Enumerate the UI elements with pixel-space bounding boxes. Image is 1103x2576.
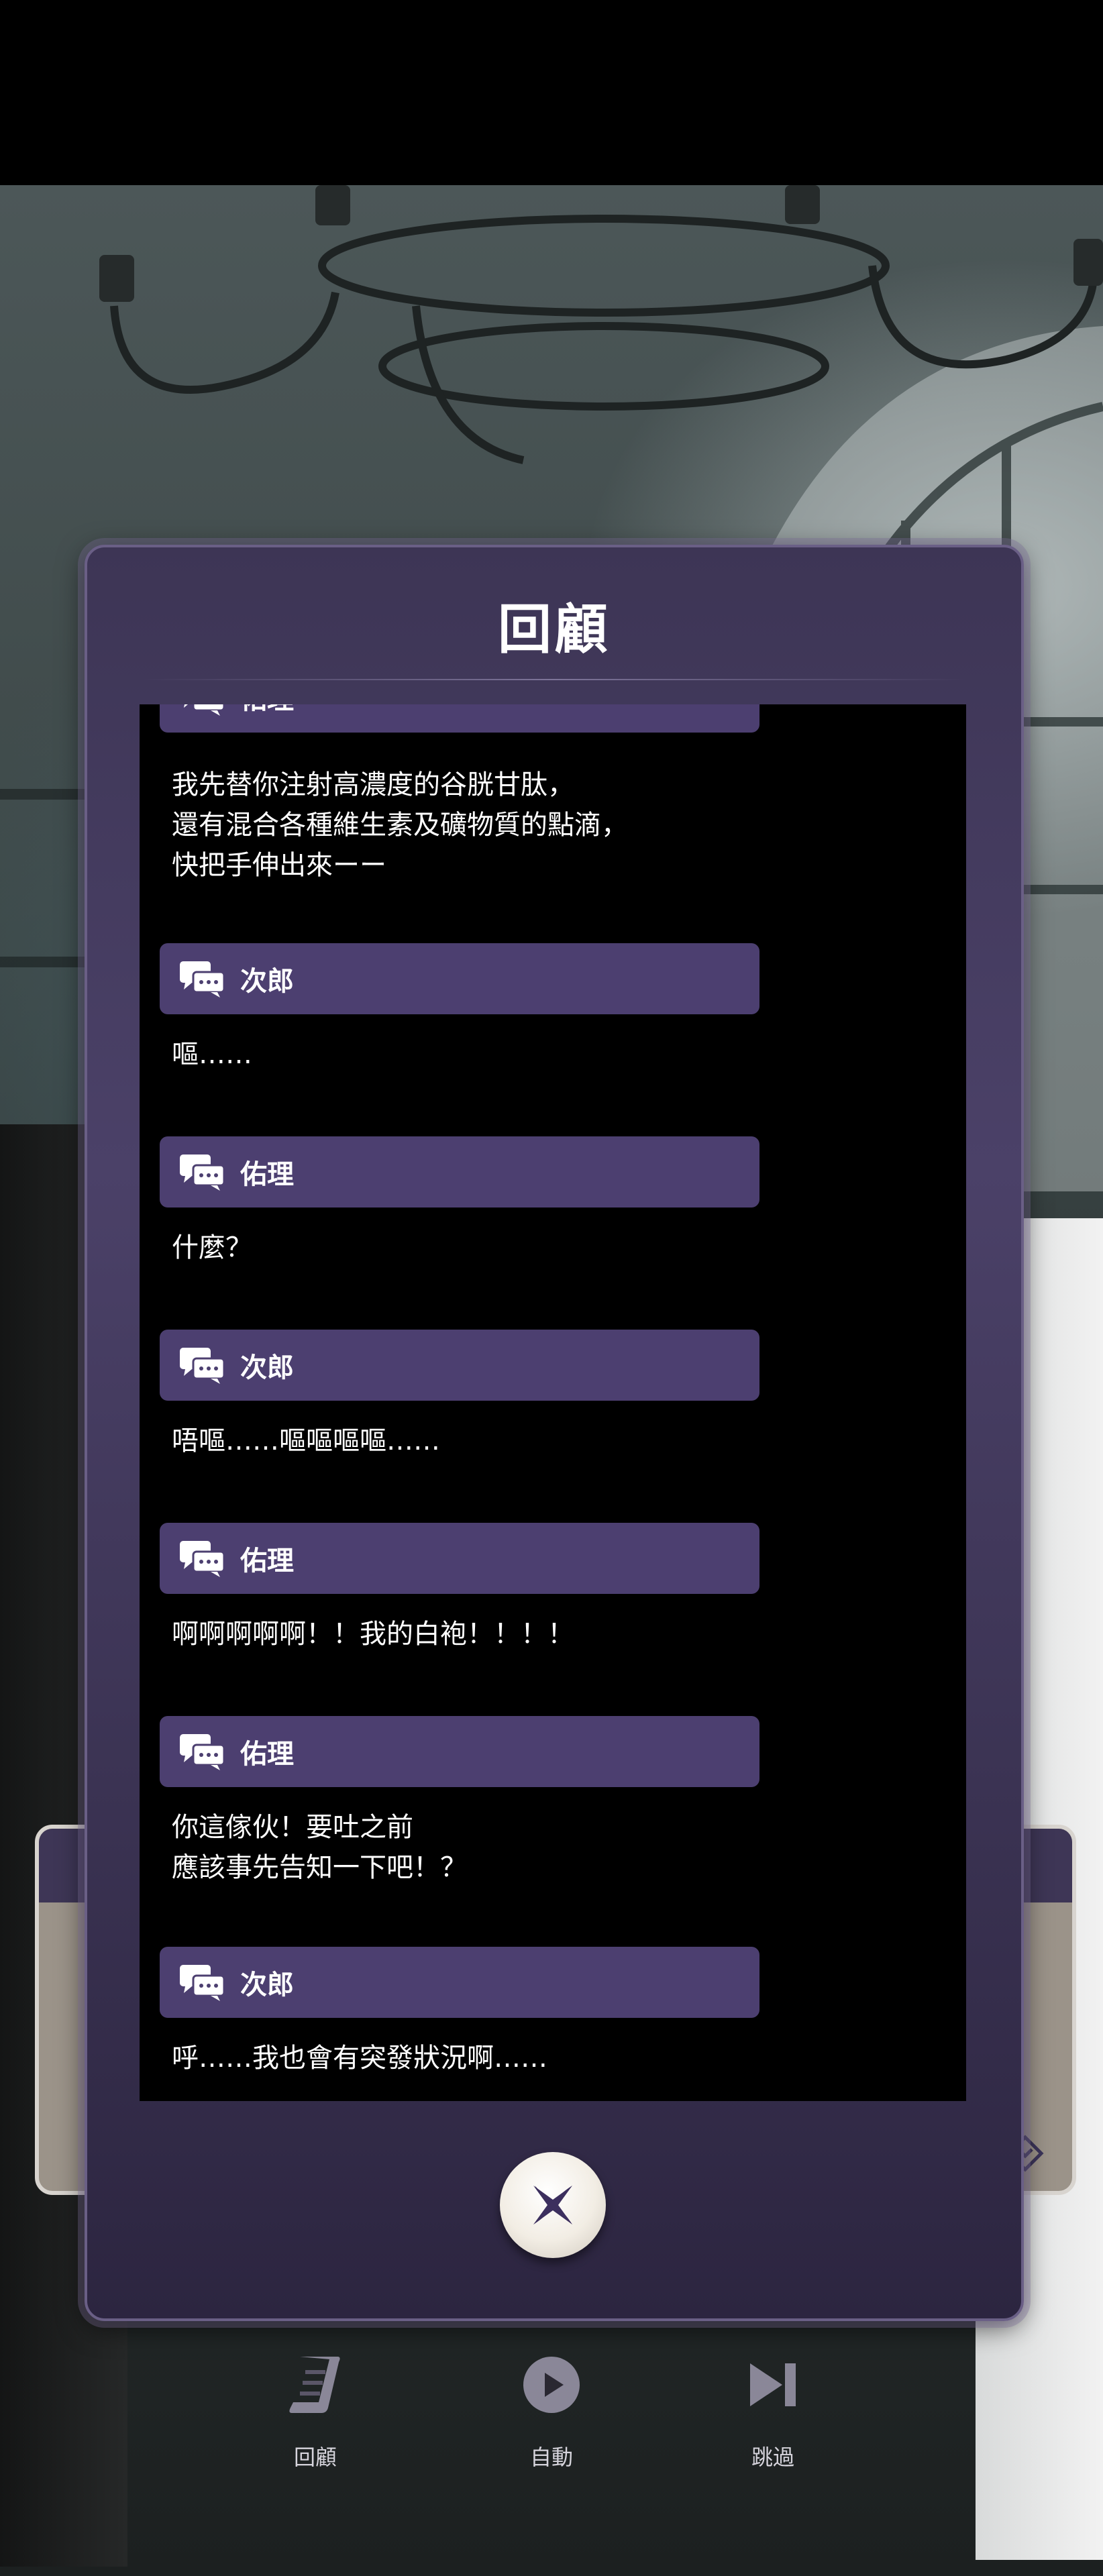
speaker-bar: 次郎 xyxy=(160,1947,759,2018)
skip-button[interactable]: 跳過 xyxy=(706,2348,840,2471)
backlog-label: 回顧 xyxy=(293,2445,337,2470)
dialogue-text: 什麼？ xyxy=(172,1232,252,1263)
chat-bubbles-icon xyxy=(180,1965,225,2001)
chat-bubbles-icon xyxy=(180,1348,225,1384)
dialogue-text: 我先替你注射高濃度的谷胱甘肽， 還有混合各種維生素及礦物質的點滴， 快把手伸出來… xyxy=(172,769,628,881)
chat-bubbles-icon xyxy=(180,1541,225,1577)
speaker-name: 佑理 xyxy=(240,1546,294,1576)
review-panel: 回顧 佑理 我先替你注射高濃度的谷胱甘肽， 還有混合 xyxy=(85,545,1024,2321)
speaker-name: 佑理 xyxy=(240,704,294,716)
dialogue-text: 唔嘔……嘔嘔嘔嘔…… xyxy=(172,1426,440,1456)
speaker-bar: 佑理 xyxy=(160,1716,759,1787)
speaker-bar: 次郎 xyxy=(160,943,759,1014)
play-icon xyxy=(523,2357,580,2413)
chat-bubbles-icon xyxy=(180,1155,225,1191)
dialogue-text: 啊啊啊啊啊！！我的白袍！！！！ xyxy=(172,1619,574,1650)
skip-label: 跳過 xyxy=(751,2445,794,2470)
speaker-name: 次郎 xyxy=(240,1970,294,2000)
game-screen: 回顧 自動 跳過 回顧 我先替你注射高濃度的谷胱甘肽， 還有混合各種維生素及礦物… xyxy=(0,0,1103,2576)
speaker-name: 次郎 xyxy=(240,966,294,997)
speaker-name: 佑理 xyxy=(240,1739,294,1770)
dialogue-text: 你這傢伙！要吐之前 應該事先告知一下吧！？ xyxy=(172,1812,467,1883)
speaker-bar: 佑理 xyxy=(160,704,759,733)
title-divider xyxy=(141,679,967,680)
close-button[interactable] xyxy=(500,2152,606,2258)
auto-label: 自動 xyxy=(529,2445,573,2470)
chat-bubbles-icon xyxy=(180,1734,225,1770)
speaker-name: 次郎 xyxy=(240,1352,294,1383)
dialogue-text: 呼……我也會有突發狀況啊…… xyxy=(172,2043,547,2074)
speaker-bar: 次郎 xyxy=(160,1330,759,1401)
speaker-name: 佑理 xyxy=(240,1159,294,1190)
panel-title: 回顧 xyxy=(498,598,611,661)
skip-icon xyxy=(750,2363,796,2406)
chat-bubbles-icon xyxy=(184,704,225,716)
speaker-bar: 佑理 xyxy=(160,1136,759,1208)
close-star-icon xyxy=(533,2186,572,2224)
chat-bubbles-icon xyxy=(180,961,225,998)
speaker-bar: 佑理 xyxy=(160,1523,759,1594)
backlog-list[interactable]: 佑理 我先替你注射高濃度的谷胱甘肽， 還有混合各種維生素及礦物質的點滴， 快把手… xyxy=(140,704,966,2101)
backlog-button[interactable]: 回顧 xyxy=(248,2348,382,2471)
auto-button[interactable]: 自動 xyxy=(484,2348,619,2471)
scroll-icon xyxy=(289,2357,340,2413)
dialogue-text: 嘔…… xyxy=(172,1039,252,1070)
